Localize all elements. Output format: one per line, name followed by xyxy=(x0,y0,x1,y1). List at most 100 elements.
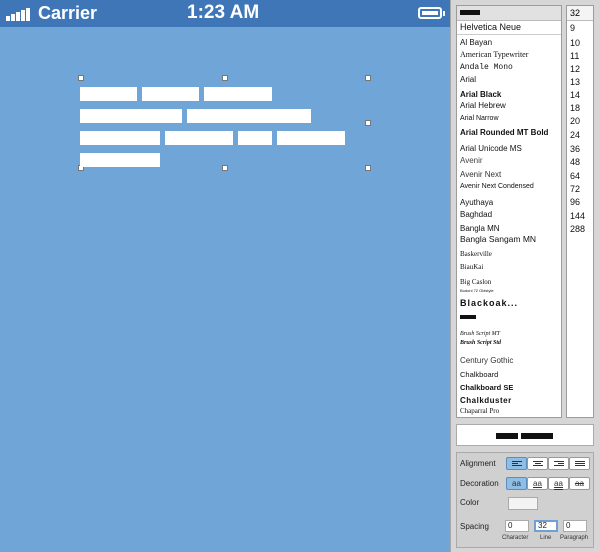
font-item[interactable]: Bodoni 72 Oldstyle xyxy=(460,288,494,293)
decoration-double-underline-button[interactable]: aa xyxy=(548,477,569,490)
align-right-icon xyxy=(554,461,564,467)
text-word-block xyxy=(165,131,233,145)
font-item[interactable]: Chalkduster xyxy=(460,396,512,405)
font-sample-mark xyxy=(460,315,476,319)
align-left-icon xyxy=(512,461,522,467)
size-item[interactable]: 13 xyxy=(570,77,580,87)
color-label: Color xyxy=(460,498,480,507)
font-item[interactable]: Arial xyxy=(460,75,476,84)
inspector-panel: Helvetica Neue Al Bayan American Typewri… xyxy=(450,0,600,552)
simulator-screen: Carrier 1:23 AM xyxy=(0,0,450,552)
align-justify-icon xyxy=(575,461,585,467)
font-item[interactable]: BiauKai xyxy=(460,263,483,271)
font-item[interactable]: Baghdad xyxy=(460,210,492,219)
text-word-block xyxy=(277,131,345,145)
resize-handle[interactable] xyxy=(365,120,371,126)
battery-icon xyxy=(418,7,445,19)
spacing-label: Spacing xyxy=(460,522,489,531)
decoration-strikethrough-button[interactable]: aa xyxy=(569,477,590,490)
size-item[interactable]: 64 xyxy=(570,171,580,181)
size-item[interactable]: 36 xyxy=(570,144,580,154)
font-item[interactable]: Brush Script MT xyxy=(460,331,500,337)
text-word-block xyxy=(80,131,160,145)
line-spacing-field[interactable]: 32 xyxy=(534,520,558,532)
font-item[interactable]: Al Bayan xyxy=(460,38,492,47)
size-item[interactable]: 72 xyxy=(570,184,580,194)
font-item[interactable]: Chalkboard xyxy=(460,370,498,379)
text-word-block xyxy=(80,87,137,101)
text-word-block xyxy=(80,109,182,123)
align-justify-button[interactable] xyxy=(569,457,590,470)
decoration-none-button[interactable]: aa xyxy=(506,477,527,490)
font-item[interactable]: Ayuthaya xyxy=(460,198,493,207)
size-current[interactable]: 32 xyxy=(567,6,593,21)
resize-handle[interactable] xyxy=(365,75,371,81)
paragraph-spacing-field[interactable]: 0 xyxy=(563,520,587,532)
signal-icon xyxy=(6,7,36,21)
align-right-button[interactable] xyxy=(548,457,569,470)
carrier-label: Carrier xyxy=(38,3,98,23)
size-item[interactable]: 48 xyxy=(570,157,580,167)
size-item[interactable]: 14 xyxy=(570,90,580,100)
resize-handle[interactable] xyxy=(365,165,371,171)
decoration-underline-button[interactable]: aa xyxy=(527,477,548,490)
character-spacing-field[interactable]: 0 xyxy=(505,520,529,532)
text-word-block xyxy=(187,109,311,123)
size-item[interactable]: 20 xyxy=(570,116,580,126)
font-item[interactable]: Arial Narrow xyxy=(460,115,499,122)
font-selected-sample xyxy=(457,6,561,21)
font-item[interactable]: Avenir Next xyxy=(460,170,501,179)
size-item[interactable]: 12 xyxy=(570,64,580,74)
text-word-block xyxy=(204,87,272,101)
character-label: Character xyxy=(502,535,529,541)
text-word-block xyxy=(80,153,160,167)
font-item[interactable]: American Typewriter xyxy=(460,50,528,59)
align-center-button[interactable] xyxy=(527,457,548,470)
font-item[interactable]: Chalkboard SE xyxy=(460,383,513,392)
font-item[interactable]: Avenir Next Condensed xyxy=(460,183,534,190)
font-item[interactable]: Andale Mono xyxy=(460,63,513,72)
color-swatch[interactable] xyxy=(508,497,538,510)
preview-glyph-block xyxy=(496,433,518,439)
size-list[interactable]: 32 9 10 11 12 13 14 18 20 24 36 48 64 72… xyxy=(566,5,594,418)
font-item[interactable]: Bangla MN xyxy=(460,224,500,233)
status-bar: Carrier 1:23 AM xyxy=(0,0,450,27)
font-item[interactable]: Arial Rounded MT Bold xyxy=(460,128,548,137)
font-item[interactable]: Chaparral Pro xyxy=(460,407,499,415)
font-item[interactable]: Baskerville xyxy=(460,250,492,258)
size-item[interactable]: 11 xyxy=(570,51,579,61)
align-left-button[interactable] xyxy=(506,457,527,470)
attributes-section: Alignment Decoration aa aa aa aa Color S… xyxy=(456,452,594,548)
preview-glyph-block xyxy=(521,433,553,439)
font-item[interactable]: Arial Unicode MS xyxy=(460,144,522,153)
decoration-label: Decoration xyxy=(460,479,499,488)
size-item[interactable]: 144 xyxy=(570,211,585,221)
size-item[interactable]: 24 xyxy=(570,130,580,140)
text-box[interactable] xyxy=(78,75,371,171)
font-item[interactable]: Century Gothic xyxy=(460,356,513,365)
resize-handle[interactable] xyxy=(222,165,228,171)
text-word-block xyxy=(238,131,272,145)
font-item[interactable]: Helvetica Neue xyxy=(460,22,522,32)
font-item[interactable]: Avenir xyxy=(460,156,483,165)
size-item[interactable]: 10 xyxy=(570,38,580,48)
size-item[interactable]: 288 xyxy=(570,224,585,234)
font-item[interactable]: Arial Black xyxy=(460,90,501,99)
status-time: 1:23 AM xyxy=(187,2,260,23)
alignment-label: Alignment xyxy=(460,459,496,468)
font-item[interactable]: Arial Hebrew xyxy=(460,101,506,110)
font-item[interactable]: Blackoak... xyxy=(460,298,518,308)
resize-handle[interactable] xyxy=(78,75,84,81)
resize-handle[interactable] xyxy=(222,75,228,81)
size-item[interactable]: 96 xyxy=(570,197,580,207)
font-item[interactable]: Big Caslon xyxy=(460,278,491,286)
font-item[interactable]: Brush Script Std xyxy=(460,340,501,346)
text-word-block xyxy=(142,87,199,101)
align-center-icon xyxy=(533,461,543,467)
font-list[interactable]: Helvetica Neue Al Bayan American Typewri… xyxy=(456,5,562,418)
line-label: Line xyxy=(540,535,552,541)
font-item[interactable]: Bangla Sangam MN xyxy=(460,234,536,244)
size-item[interactable]: 9 xyxy=(570,23,575,33)
size-item[interactable]: 18 xyxy=(570,103,580,113)
paragraph-label: Paragraph xyxy=(560,535,589,541)
